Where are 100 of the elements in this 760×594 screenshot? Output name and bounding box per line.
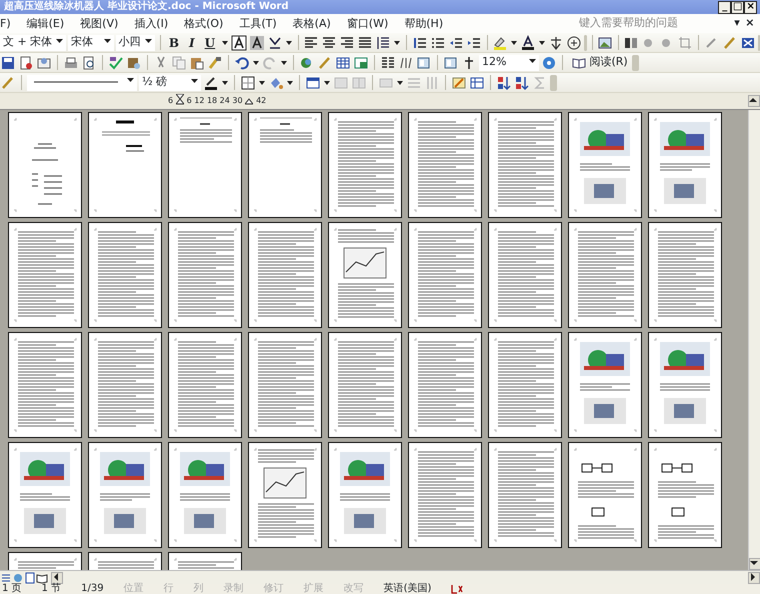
document-map-icon[interactable] [416, 54, 432, 70]
line-spacing-icon[interactable] [375, 34, 392, 50]
page-thumbnail[interactable] [408, 112, 482, 218]
toolbar-grip[interactable] [632, 54, 640, 70]
scroll-down-button[interactable] [749, 558, 760, 570]
crop-icon[interactable] [677, 34, 694, 50]
font-size-dropdown[interactable]: 小四 [116, 34, 155, 50]
align-center-icon[interactable] [321, 34, 338, 50]
page-thumbnail[interactable] [408, 332, 482, 438]
page-thumbnail[interactable] [168, 442, 242, 548]
scroll-left-button[interactable] [50, 572, 63, 584]
page-thumbnail[interactable] [328, 222, 402, 328]
page-thumbnail[interactable] [328, 112, 402, 218]
italic-button[interactable]: I [185, 34, 199, 50]
help-search-field[interactable]: 键入需要帮助的问题 [578, 15, 729, 32]
line-color-icon[interactable] [203, 74, 219, 90]
font-color-icon[interactable] [520, 34, 536, 50]
page-thumbnail[interactable] [8, 332, 82, 438]
normal-view-icon[interactable] [0, 572, 12, 584]
justify-icon[interactable] [357, 34, 374, 50]
page-thumbnail[interactable] [248, 112, 322, 218]
page-thumbnail[interactable] [168, 332, 242, 438]
scroll-right-button[interactable] [748, 572, 760, 584]
menu-item[interactable]: 编辑(E) [18, 14, 72, 33]
merge-cells-icon[interactable] [333, 74, 349, 90]
autofit-icon[interactable] [469, 74, 485, 90]
align-right-icon[interactable] [339, 34, 356, 50]
page-thumbnail[interactable] [328, 332, 402, 438]
columns-icon[interactable] [380, 54, 396, 70]
align-left-icon[interactable] [303, 34, 320, 50]
page-thumbnail[interactable] [488, 332, 562, 438]
page-thumbnail[interactable] [248, 222, 322, 328]
insert-table-icon[interactable] [305, 74, 321, 90]
page-thumbnail[interactable] [648, 222, 722, 328]
page-thumbnail[interactable] [568, 442, 642, 548]
character-shading-icon[interactable] [249, 34, 266, 50]
page-thumbnail[interactable] [568, 112, 642, 218]
menu-item[interactable]: 窗口(W) [338, 14, 396, 33]
document-map-icon[interactable] [443, 54, 459, 70]
picture-icon[interactable] [596, 34, 613, 50]
format-painter-icon[interactable] [207, 54, 223, 70]
vertical-scrollbar[interactable] [748, 110, 760, 570]
close-document-button[interactable]: × [745, 15, 754, 32]
menu-item[interactable]: F) [0, 14, 19, 33]
help-icon[interactable] [541, 54, 557, 70]
menu-item[interactable]: 表格(A) [284, 14, 339, 33]
sort-descending-icon[interactable] [514, 74, 530, 90]
sort-ascending-icon[interactable] [496, 74, 512, 90]
undo-icon[interactable] [234, 54, 250, 70]
underline-button[interactable]: U [200, 34, 220, 50]
excel-icon[interactable] [353, 54, 369, 70]
menu-item[interactable]: 帮助(H) [396, 14, 452, 33]
page-thumbnail[interactable] [88, 222, 162, 328]
page-thumbnail[interactable] [568, 332, 642, 438]
page-thumbnail[interactable] [568, 222, 642, 328]
enclose-icon[interactable] [566, 34, 582, 50]
menu-item[interactable]: 工具(T) [231, 14, 285, 33]
character-border-icon[interactable] [231, 34, 248, 50]
permission-icon[interactable] [18, 54, 34, 70]
menu-item[interactable]: 格式(O) [176, 14, 232, 33]
page-thumbnail[interactable] [648, 332, 722, 438]
highlight-icon[interactable] [492, 34, 508, 50]
page-thumbnail[interactable] [408, 442, 482, 548]
page-thumbnail[interactable] [488, 112, 562, 218]
style-dropdown[interactable]: 文 + 宋体 [0, 34, 66, 50]
line-weight-dropdown[interactable]: ½ 磅 [139, 74, 201, 90]
close-button[interactable]: × [744, 0, 758, 14]
border-icon[interactable] [240, 74, 256, 90]
toolbar-grip[interactable] [758, 34, 760, 50]
page-thumbnail[interactable] [488, 442, 562, 548]
toolbar-grip[interactable] [550, 74, 557, 90]
read-button[interactable]: 阅读(R) [568, 54, 630, 71]
page-thumbnail[interactable] [248, 332, 322, 438]
autoformat-icon[interactable] [451, 74, 467, 90]
maximize-button[interactable]: □ [731, 0, 744, 14]
page-thumbnail[interactable] [88, 442, 162, 548]
page-thumbnail[interactable] [88, 112, 162, 218]
page-thumbnail[interactable] [328, 442, 402, 548]
page-thumbnail[interactable] [88, 332, 162, 438]
page-thumbnail[interactable] [408, 222, 482, 328]
character-scale-icon[interactable] [267, 34, 284, 50]
save-icon[interactable] [0, 54, 16, 70]
toolbar-grip[interactable] [584, 34, 587, 50]
page-thumbnail[interactable] [648, 112, 722, 218]
page-thumbnail[interactable] [488, 222, 562, 328]
page-thumbnail[interactable] [168, 112, 242, 218]
print-layout-icon[interactable] [24, 572, 36, 584]
font-dropdown[interactable]: 宋体 [68, 34, 114, 50]
page-thumbnail[interactable] [8, 222, 82, 328]
spelling-icon[interactable] [108, 54, 124, 70]
page-thumbnail[interactable] [168, 222, 242, 328]
page-thumbnail[interactable] [8, 442, 82, 548]
scroll-up-button[interactable] [748, 95, 760, 107]
print-icon[interactable] [63, 54, 79, 70]
minimize-button[interactable]: _ [718, 0, 732, 14]
line-style-dropdown[interactable] [27, 74, 137, 90]
page-thumbnail[interactable] [248, 442, 322, 548]
page-thumbnail[interactable] [8, 112, 82, 218]
zoom-dropdown[interactable]: 12% [479, 54, 539, 70]
bold-button[interactable]: B [164, 34, 184, 50]
